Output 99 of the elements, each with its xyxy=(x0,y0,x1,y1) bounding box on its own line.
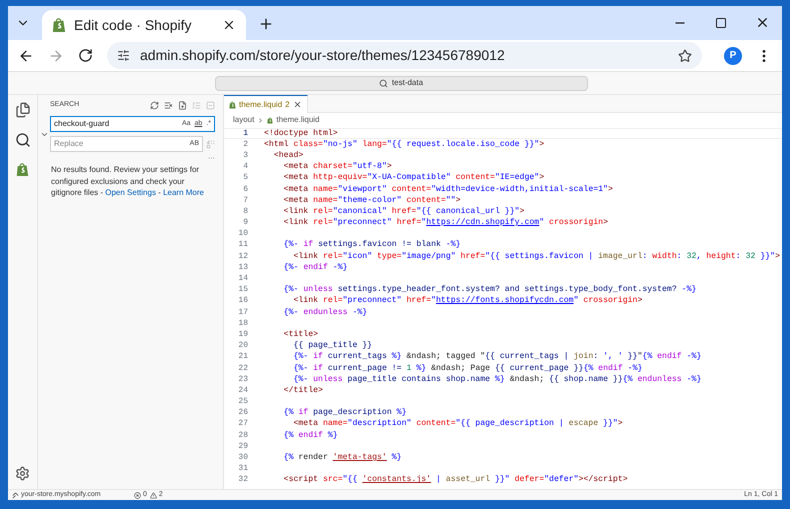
new-search-icon[interactable] xyxy=(178,100,187,110)
line-number: 6 xyxy=(242,184,248,195)
code-line: <title> xyxy=(282,330,318,340)
code-line: {%- if settings.favicon != blank -%} xyxy=(282,240,461,250)
line-number: 2 xyxy=(242,140,248,150)
warning-icon[interactable] xyxy=(150,492,157,498)
code-line: {% if page_description %} xyxy=(282,408,407,418)
toggle-replace-icon[interactable] xyxy=(40,130,49,139)
tab-filename: theme.liquid xyxy=(239,98,282,110)
line-number: 20 xyxy=(237,341,248,352)
code-line: <link rel="icon" type="image/png" href="{{ settings.favicon | image_url: width: 32, height: 32 }}"> xyxy=(292,252,780,262)
code-line: <link rel="preconnect" href="https://fonts.shopifycdn.com" crossorigin> xyxy=(292,296,642,306)
close-icon[interactable] xyxy=(755,15,770,30)
line-number: 25 xyxy=(237,397,248,408)
browser-tab[interactable]: Edit code · Shopify xyxy=(42,10,246,40)
code-line: {%- endunless -%} xyxy=(282,308,368,318)
address-bar[interactable]: admin.shopify.com/store/your-store/themes/123456789012 xyxy=(107,42,702,69)
code-line: <meta http-equiv="X-UA-Compatible" content="IE=edge"> xyxy=(282,173,544,184)
line-number: 21 xyxy=(237,352,248,362)
close-icon[interactable] xyxy=(292,100,302,109)
line-number: 24 xyxy=(237,386,248,396)
reload-icon[interactable] xyxy=(78,48,93,63)
code-line: {%- endif -%} xyxy=(282,262,348,273)
code-line: <!doctype html> xyxy=(264,128,338,139)
no-results-message: No results found. Review your settings for configured exclusions and check your gitignore files - Open Settings - Learn More xyxy=(50,164,205,198)
breadcrumb-item[interactable]: layout xyxy=(233,114,254,126)
back-icon[interactable] xyxy=(18,48,34,64)
line-number: 18 xyxy=(237,318,248,329)
line-number: 23 xyxy=(237,374,248,385)
command-center-text: test-data xyxy=(392,77,424,89)
editor-tab[interactable]: theme.liquid 2 xyxy=(224,95,308,113)
line-number: 17 xyxy=(237,308,248,318)
refresh-icon[interactable] xyxy=(150,100,159,110)
line-number: 32 xyxy=(237,475,248,486)
code-line: <script src="{{ 'constants.js' | asset_url }}" defer="defer"></script> xyxy=(282,475,628,486)
line-number: 28 xyxy=(237,430,248,441)
new-tab-icon[interactable] xyxy=(258,16,274,32)
shopify-bag-icon xyxy=(229,100,236,108)
code-line: {% endif %} xyxy=(282,430,338,441)
code-line: <link rel="preconnect" href="https://cdn.shopify.com" crossorigin> xyxy=(282,218,608,228)
line-number: 11 xyxy=(237,240,248,250)
line-number: 4 xyxy=(242,162,248,172)
code-line: {%- if current_tags %} &ndash; tagged "{{ current_tags | join: ', ' }}"{% endif -%} xyxy=(292,352,702,362)
line-number: 27 xyxy=(237,419,248,430)
line-number: 10 xyxy=(237,229,248,240)
code-line: {% render 'meta-tags' %} xyxy=(282,453,402,464)
learn-more-link[interactable]: Learn More xyxy=(163,188,204,197)
profile-avatar[interactable]: P xyxy=(724,46,742,64)
line-number: 29 xyxy=(237,442,248,452)
star-icon[interactable] xyxy=(678,48,692,62)
code-line: {%- if current_page != 1 %} &ndash; Page {{ current_page }}{% endif -%} xyxy=(292,364,642,374)
line-number: 1 xyxy=(242,128,248,139)
shopify-bag-icon xyxy=(267,116,274,124)
code-line: <meta name="viewport" content="width=device-width,initial-scale=1"> xyxy=(282,184,613,195)
line-number: 7 xyxy=(242,196,248,206)
code-line: <meta name="description" content="{{ page_description | escape }}"> xyxy=(292,419,623,430)
shopify-bag-icon xyxy=(16,162,29,177)
code-line: <meta charset="utf-8"> xyxy=(282,162,392,172)
line-number: 22 xyxy=(237,364,248,374)
search-query: checkout-guard xyxy=(54,118,110,130)
site-settings-icon[interactable] xyxy=(117,49,130,62)
open-settings-link[interactable]: Open Settings xyxy=(105,188,156,197)
line-number: 13 xyxy=(237,262,248,273)
code-line: <meta name="theme-color" content=""> xyxy=(282,196,461,206)
search-icon xyxy=(378,78,388,88)
explorer-icon[interactable] xyxy=(14,102,30,118)
breadcrumb-item[interactable]: theme.liquid xyxy=(276,114,320,126)
line-number: 30 xyxy=(237,453,248,464)
line-number: 26 xyxy=(237,408,248,418)
line-number: 5 xyxy=(242,173,248,184)
line-number: 14 xyxy=(237,274,248,284)
line-number: 31 xyxy=(237,464,248,474)
code-line: </title> xyxy=(282,386,323,396)
tab-title: Edit code · Shopify xyxy=(74,16,193,35)
line-number: 8 xyxy=(242,206,248,217)
command-center[interactable]: test-data xyxy=(214,76,588,90)
line-number: 3 xyxy=(242,150,248,161)
chevron-right-icon xyxy=(257,116,264,124)
maximize-icon[interactable] xyxy=(715,17,727,29)
url-text: admin.shopify.com/store/your-store/themes/123456789012 xyxy=(140,46,506,65)
line-number: 15 xyxy=(237,285,248,296)
clear-results-icon[interactable] xyxy=(164,100,173,110)
line-number: 16 xyxy=(237,296,248,306)
line-number: 12 xyxy=(237,252,248,262)
line-number: 9 xyxy=(242,218,248,228)
line-number: 19 xyxy=(237,330,248,340)
forward-icon[interactable] xyxy=(48,48,64,64)
code-line: {%- unless settings.type_header_font.system? and settings.type_body_font.system? -%} xyxy=(282,285,696,296)
search-icon[interactable] xyxy=(14,132,30,148)
shopify-bag-icon xyxy=(52,17,66,33)
code-line: <link rel="canonical" href="{{ canonical_url }}"> xyxy=(282,206,524,217)
code-line: {{ page_title }} xyxy=(292,341,372,352)
code-line: <head> xyxy=(272,150,304,161)
problem-count: 2 xyxy=(285,98,290,110)
code-line: <html class="no-js" lang="{{ request.locale.iso_code }}"> xyxy=(264,140,544,150)
close-icon[interactable] xyxy=(222,18,236,32)
settings-icon[interactable] xyxy=(15,466,30,481)
error-icon[interactable] xyxy=(134,492,141,498)
code-line: {%- unless page_title contains shop.name %} &ndash; {{ shop.name }}{% endunless -%} xyxy=(292,374,702,385)
